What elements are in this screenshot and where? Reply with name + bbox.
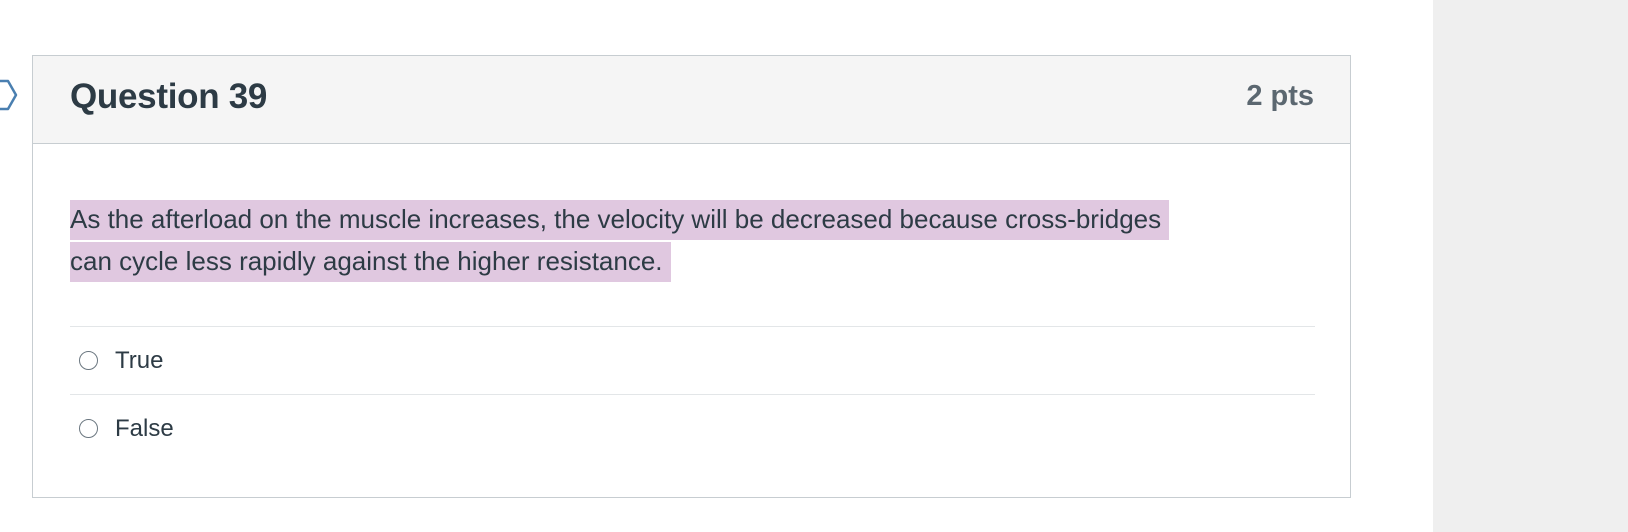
- question-header: Question 39 2 pts: [33, 56, 1350, 144]
- question-title: Question 39: [70, 77, 268, 116]
- question-text: As the afterload on the muscle increases…: [70, 198, 1325, 282]
- answer-label[interactable]: True: [115, 347, 163, 375]
- question-text-line-2: can cycle less rapidly against the highe…: [70, 246, 663, 276]
- flag-marker-icon[interactable]: [0, 79, 18, 111]
- answer-list: True False: [70, 326, 1315, 462]
- question-points: 2 pts: [1246, 80, 1314, 112]
- question-text-line-1: As the afterload on the muscle increases…: [70, 204, 1162, 234]
- radio-unselected-icon[interactable]: [79, 419, 98, 438]
- radio-unselected-icon[interactable]: [79, 351, 98, 370]
- question-card: Question 39 2 pts As the afterload on th…: [32, 55, 1351, 498]
- answer-option-false[interactable]: False: [70, 394, 1315, 462]
- answer-option-true[interactable]: True: [70, 326, 1315, 394]
- answer-label[interactable]: False: [115, 415, 174, 443]
- right-sidebar: [1433, 0, 1628, 532]
- highlighted-text: As the afterload on the muscle increases…: [70, 200, 1170, 282]
